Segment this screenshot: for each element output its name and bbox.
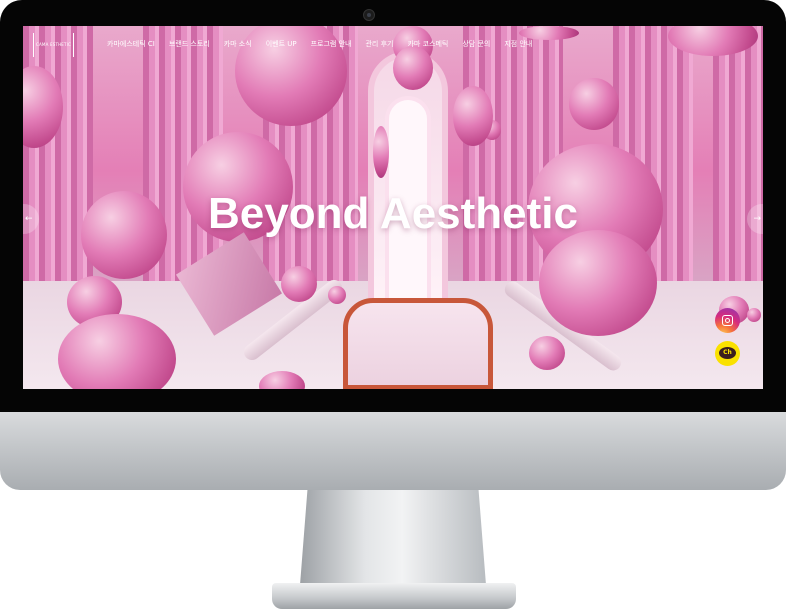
decorative-sphere [453,86,493,146]
background-runway [343,298,493,389]
website-screen: CAMA ESTHETIC 카마에스테틱 CI 브랜드 스토리 카마 소식 이벤… [23,26,763,389]
monitor-stand-base [272,583,516,609]
nav-item-brand-story[interactable]: 브랜드 스토리 [169,39,210,49]
nav-item-reviews[interactable]: 관리 후기 [365,39,393,49]
decorative-sphere [281,266,317,302]
hero-headline: Beyond Aesthetic [207,189,578,238]
nav-item-consultation[interactable]: 상담 문의 [462,39,490,49]
decorative-sphere [373,126,389,178]
nav-item-program[interactable]: 프로그램 안내 [311,39,352,49]
decorative-sphere [539,230,657,336]
logo-bar [33,33,34,57]
nav-item-ci[interactable]: 카마에스테틱 CI [107,39,155,49]
monitor-chin [0,412,786,490]
monitor-frame: CAMA ESTHETIC 카마에스테틱 CI 브랜드 스토리 카마 소식 이벤… [0,0,786,613]
nav-item-cosmetic[interactable]: 카마 코스메틱 [407,39,448,49]
logo-text: CAMA ESTHETIC [36,42,72,47]
kakao-channel-button[interactable]: Ch [715,341,740,366]
nav-item-news[interactable]: 카마 소식 [224,39,252,49]
kakao-channel-icon: Ch [719,347,736,359]
main-navigation: 카마에스테틱 CI 브랜드 스토리 카마 소식 이벤트 UP 프로그램 안내 관… [107,39,546,49]
nav-item-branches[interactable]: 지점 안내 [504,39,532,49]
site-logo[interactable]: CAMA ESTHETIC [33,33,81,59]
monitor-stand-neck [300,490,486,585]
decorative-sphere [519,26,579,40]
decorative-sphere [747,308,761,322]
instagram-lens-icon [725,318,730,323]
decorative-sphere [529,336,565,370]
decorative-sphere [569,78,619,130]
instagram-button[interactable] [715,308,740,333]
webcam-icon [363,9,375,21]
decorative-sphere [393,46,433,90]
nav-item-event[interactable]: 이벤트 UP [266,39,297,49]
decorative-sphere [328,286,346,304]
logo-bar [73,33,74,57]
